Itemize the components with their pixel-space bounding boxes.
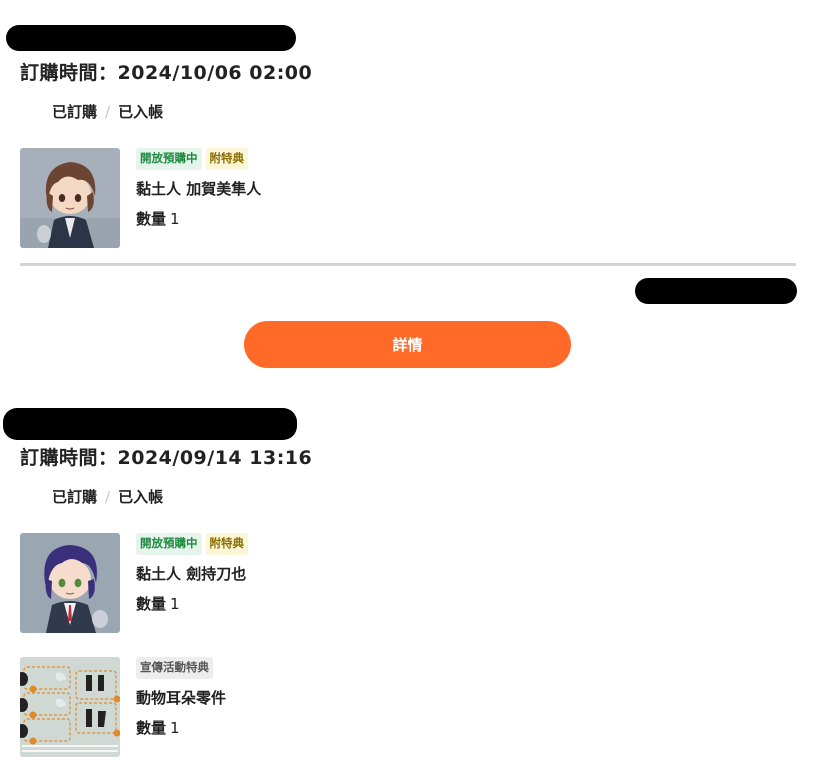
order-item[interactable]: 開放預購中 附特典 黏土人 劍持刀也 數量 1 [20, 533, 620, 633]
figure-thumbnail-icon[interactable] [20, 148, 120, 248]
item-name[interactable]: 黏土人 加賀美隼人 [136, 178, 261, 199]
item-info: 開放預購中 附特典 黏土人 劍持刀也 數量 1 [136, 533, 248, 614]
order-divider [20, 263, 796, 266]
quantity-value: 1 [170, 719, 180, 737]
status-paid: 已入帳 [118, 103, 164, 121]
item-name[interactable]: 動物耳朵零件 [136, 687, 226, 708]
item-quantity: 數量 1 [136, 593, 248, 614]
order-status: 已訂購 / 已入帳 [52, 486, 163, 507]
status-ordered: 已訂購 [52, 488, 98, 506]
item-tags: 開放預購中 附特典 [136, 533, 248, 555]
order-time: 訂購時間：2024/09/14 13:16 [20, 447, 313, 469]
redacted-order-number [3, 408, 297, 440]
quantity-label: 數量 [136, 595, 167, 613]
status-paid: 已入帳 [118, 488, 164, 506]
item-info: 開放預購中 附特典 黏土人 加賀美隼人 數量 1 [136, 148, 261, 229]
redacted-order-number [6, 25, 296, 51]
tag-bonus: 附特典 [205, 533, 248, 555]
order-item[interactable]: 宣傳活動特典 動物耳朵零件 數量 1 [20, 657, 620, 757]
tag-promo-bonus: 宣傳活動特典 [136, 657, 213, 679]
order-status: 已訂購 / 已入帳 [52, 101, 163, 122]
order-item[interactable]: 開放預購中 附特典 黏土人 加賀美隼人 數量 1 [20, 148, 620, 248]
quantity-label: 數量 [136, 719, 167, 737]
tag-preorder-open: 開放預購中 [136, 533, 202, 555]
item-tags: 開放預購中 附特典 [136, 148, 261, 170]
tag-preorder-open: 開放預購中 [136, 148, 202, 170]
parts-sheet-thumbnail-icon[interactable] [20, 657, 120, 757]
quantity-label: 數量 [136, 210, 167, 228]
item-quantity: 數量 1 [136, 717, 226, 738]
status-separator: / [105, 488, 111, 506]
quantity-value: 1 [170, 210, 180, 228]
order-time: 訂購時間：2024/10/06 02:00 [20, 62, 313, 84]
item-quantity: 數量 1 [136, 208, 261, 229]
quantity-value: 1 [170, 595, 180, 613]
detail-button[interactable]: 詳情 [244, 321, 571, 368]
status-ordered: 已訂購 [52, 103, 98, 121]
status-separator: / [105, 103, 111, 121]
item-tags: 宣傳活動特典 [136, 657, 226, 679]
tag-bonus: 附特典 [205, 148, 248, 170]
figure-thumbnail-icon[interactable] [20, 533, 120, 633]
item-info: 宣傳活動特典 動物耳朵零件 數量 1 [136, 657, 226, 738]
redacted-order-total [635, 278, 797, 304]
item-name[interactable]: 黏土人 劍持刀也 [136, 563, 248, 584]
